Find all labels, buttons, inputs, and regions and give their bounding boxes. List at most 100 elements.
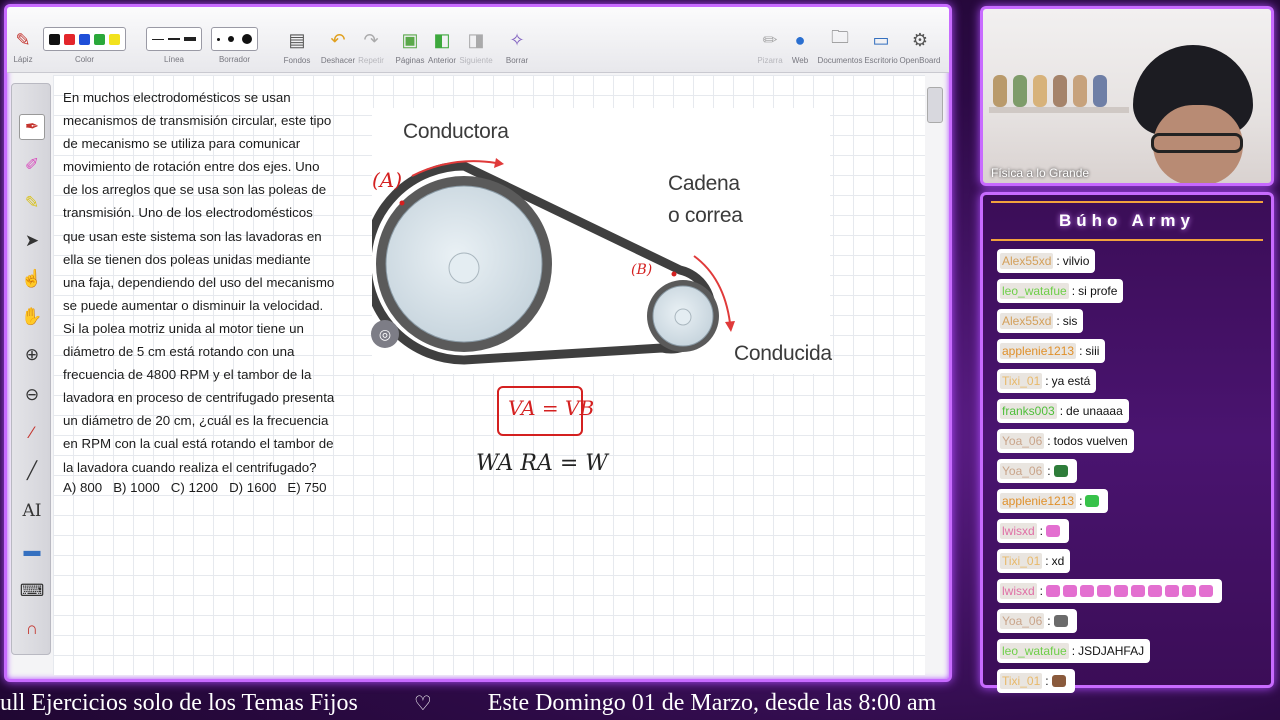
pen-icon[interactable]: ✒ [19,114,45,140]
chat-separator: : [1047,464,1051,478]
color-swatch[interactable] [79,33,90,45]
chat-emote-icon [1131,585,1146,597]
chat-separator: : [1056,254,1060,268]
large-eraser-icon[interactable] [242,34,252,44]
chat-row: lwisxd: [997,579,1267,609]
chat-username[interactable]: Yoa_06 [1000,613,1045,629]
chat-separator: : [1079,494,1083,508]
chat-username[interactable]: leo_watafue [1000,283,1069,299]
chat-emote-icon [1165,585,1180,597]
color-swatches[interactable] [43,27,126,51]
backgrounds-button[interactable]: ▤ Fondos [275,29,319,66]
redo-icon: ↷ [363,29,379,50]
chat-username[interactable]: franks003 [1000,403,1057,419]
chat-username[interactable]: Tixi_01 [1000,553,1043,569]
chat-username[interactable]: applenie1213 [1000,493,1077,509]
medium-eraser-icon[interactable] [228,36,234,42]
magnet-icon[interactable]: ∩ [19,616,45,642]
text-tool-icon[interactable]: AI [19,498,45,524]
globe-icon: ● [794,29,806,50]
eraser-sizes[interactable] [211,27,258,51]
chat-text: de unaaaa [1066,404,1123,418]
chat-emote-icon [1046,525,1061,537]
desktop-mode-button[interactable]: ▭ Escritorio [859,29,903,66]
chat-username[interactable]: Yoa_06 [1000,433,1045,449]
ticker-text-2: Este Domingo 01 de Marzo, desde las 8:00… [487,689,937,716]
next-page-button[interactable]: ◨ Siguiente [454,29,498,66]
clear-page-button[interactable]: ✧ Borrar [495,29,539,66]
thin-line-icon[interactable] [152,38,164,40]
chat-row: franks003: de unaaaa [997,399,1267,429]
color-swatch[interactable] [49,33,60,45]
undo-icon: ↶ [330,29,346,50]
webcam-feed: Física a lo Grande [980,6,1274,186]
chat-separator: : [1047,434,1051,448]
backgrounds-icon: ▤ [288,29,306,50]
page-scroll-handle[interactable] [927,87,943,123]
documents-mode-button[interactable]: 🗀 Documentos [818,27,863,65]
highlighter-icon[interactable]: ✎ [19,190,45,216]
answer-options: A) 800 B) 1000 C) 1200 D) 1600 E) 750 [63,480,327,495]
laser-pointer-icon[interactable]: ⁄ [19,420,45,446]
capture-icon[interactable]: ▬ [19,538,45,564]
line-tool-icon[interactable]: ╱ [19,458,45,484]
chat-username[interactable]: applenie1213 [1000,343,1077,359]
chat-row: Tixi_01: [997,669,1267,699]
color-swatch[interactable] [64,33,75,45]
chat-separator: : [1045,374,1049,388]
chat-separator: : [1039,524,1044,538]
gear-icon: ⚙ [911,29,929,50]
selector-arrow-icon[interactable]: ➤ [19,228,45,254]
pulley-diagram: Conductora Cadena o correa Conducida (A)… [362,108,832,374]
driver-label: Conductora [403,120,509,143]
chat-message: Tixi_01: ya está [997,369,1097,393]
chat-message-list: Alex55xd: vilvio leo_watafue: si profe Alex5… [997,249,1267,699]
chat-username[interactable]: lwisxd [1000,523,1037,539]
heart-icon: ♡ [413,691,432,715]
eraser-icon[interactable]: ✐ [19,152,45,178]
web-mode-button[interactable]: ● Web [778,29,822,66]
pen-icon: ✎ [15,29,31,50]
chat-username[interactable]: Alex55xd [1000,313,1054,329]
medium-line-icon[interactable] [168,38,180,40]
option-e: E) 750 [287,480,327,495]
color-swatch[interactable] [94,33,105,45]
previous-page-icon: ◧ [433,29,451,50]
line-widths[interactable] [146,27,202,51]
chat-username[interactable]: lwisxd [1000,583,1037,599]
color-picker[interactable]: Color [43,27,126,64]
chain-label-line-1: Cadena [668,172,740,195]
virtual-keyboard-icon[interactable]: ⌨ [19,578,45,604]
pan-hand-icon[interactable]: ✋ [19,304,45,330]
openboard-menu-button[interactable]: ⚙ OpenBoard [898,29,942,66]
chat-username[interactable]: Yoa_06 [1000,463,1045,479]
pages-icon: ▣ [401,29,419,50]
driven-label: Conducida [734,342,832,365]
color-swatch[interactable] [109,33,120,45]
zoom-in-icon[interactable]: ⊕ [19,342,45,368]
chat-row: lwisxd: [997,519,1267,549]
interact-hand-icon[interactable]: ☝ [19,266,45,292]
clear-page-icon: ✧ [509,29,525,50]
pen-tool-button[interactable]: ✎ Lápiz [7,29,45,65]
chat-username[interactable]: Tixi_01 [1000,673,1043,689]
chat-message: Alex55xd: vilvio [997,249,1096,273]
toolbar: ✎ Lápiz Color Línea Borrador ▤ Fondos ↶ … [7,7,949,73]
thick-line-icon[interactable] [184,37,196,41]
line-width-picker[interactable]: Línea [146,27,202,64]
pulley-drawing [362,158,735,365]
chat-separator: : [1045,554,1049,568]
eraser-size-picker[interactable]: Borrador [211,27,258,64]
chat-username[interactable]: leo_watafue [1000,643,1069,659]
monitor-icon: ▭ [872,29,890,50]
chat-emote-icon [1063,585,1078,597]
diagram-capture-icon[interactable]: ◎ [371,320,399,348]
chat-row: leo_watafue: JSDJAHFAJ [997,639,1267,669]
chat-separator: : [1047,614,1051,628]
small-eraser-icon[interactable] [217,37,220,41]
chat-username[interactable]: Tixi_01 [1000,373,1043,389]
chat-row: Yoa_06: [997,609,1267,639]
redo-button[interactable]: ↷ Repetir [349,29,393,66]
zoom-out-icon[interactable]: ⊖ [19,382,45,408]
chat-username[interactable]: Alex55xd [1000,253,1054,269]
